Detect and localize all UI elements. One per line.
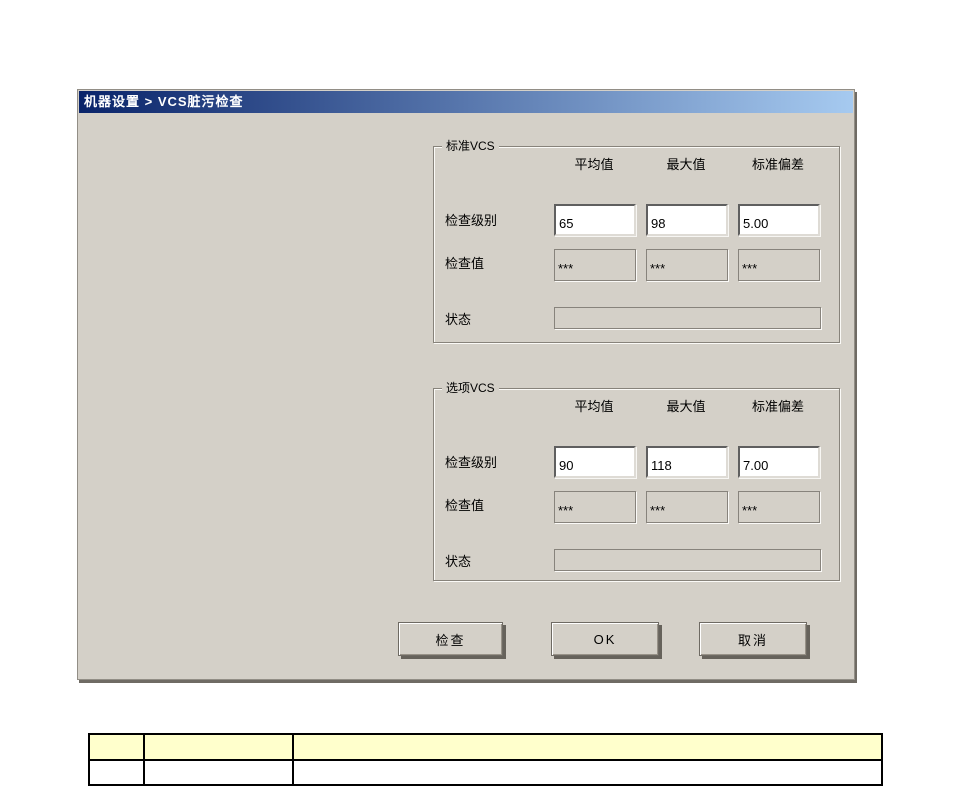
option-check-level-maximum-input[interactable]	[646, 446, 728, 478]
dialog-window: 机器设置 > VCS脏污检查 标准VCS 平均值 最大值 标准偏差 检查级别 检…	[77, 89, 855, 680]
check-value-label: 检查值	[445, 498, 485, 513]
group-standard-vcs: 标准VCS 平均值 最大值 标准偏差 检查级别 检查值 状态	[433, 139, 840, 343]
note-header-cell	[88, 733, 145, 761]
option-status-field	[554, 549, 821, 571]
column-header-stddev: 标准偏差	[751, 399, 804, 414]
standard-check-value-maximum-field	[646, 249, 728, 281]
standard-check-value-stddev-field	[738, 249, 820, 281]
status-label: 状态	[445, 554, 472, 569]
group-standard-vcs-label: 标准VCS	[442, 139, 499, 153]
option-check-value-average-field	[554, 491, 636, 523]
option-check-level-average-input[interactable]	[554, 446, 636, 478]
column-header-maximum: 最大值	[666, 157, 706, 172]
standard-check-level-maximum-input[interactable]	[646, 204, 728, 236]
column-header-stddev: 标准偏差	[751, 157, 804, 172]
group-option-vcs: 选项VCS 平均值 最大值 标准偏差 检查级别 检查值 状态	[433, 381, 840, 581]
note-body-cell	[143, 759, 294, 786]
page: 机器设置 > VCS脏污检查 标准VCS 平均值 最大值 标准偏差 检查级别 检…	[0, 0, 970, 792]
column-header-average: 平均值	[574, 157, 614, 172]
dialog-title: 机器设置 > VCS脏污检查	[84, 94, 244, 109]
note-table-header-row	[88, 733, 883, 761]
standard-check-level-stddev-input[interactable]	[738, 204, 820, 236]
standard-check-level-average-input[interactable]	[554, 204, 636, 236]
note-header-cell	[143, 733, 294, 761]
note-header-cell	[292, 733, 883, 761]
option-check-value-stddev-field	[738, 491, 820, 523]
standard-status-field	[554, 307, 821, 329]
note-table-body-row	[88, 759, 883, 786]
dialog-titlebar: 机器设置 > VCS脏污检查	[79, 91, 853, 113]
column-header-average: 平均值	[574, 399, 614, 414]
option-check-level-stddev-input[interactable]	[738, 446, 820, 478]
ok-button[interactable]: OK	[551, 622, 659, 656]
column-header-maximum: 最大值	[666, 399, 706, 414]
standard-check-value-average-field	[554, 249, 636, 281]
group-option-vcs-label: 选项VCS	[442, 381, 499, 395]
cancel-button[interactable]: 取消	[699, 622, 807, 656]
check-level-label: 检查级别	[445, 213, 498, 228]
status-label: 状态	[445, 312, 472, 327]
check-button[interactable]: 检查	[398, 622, 503, 656]
option-check-value-maximum-field	[646, 491, 728, 523]
bottom-note-table	[88, 733, 883, 786]
check-value-label: 检查值	[445, 256, 485, 271]
note-body-cell	[292, 759, 883, 786]
note-body-cell	[88, 759, 145, 786]
check-level-label: 检查级别	[445, 455, 498, 470]
